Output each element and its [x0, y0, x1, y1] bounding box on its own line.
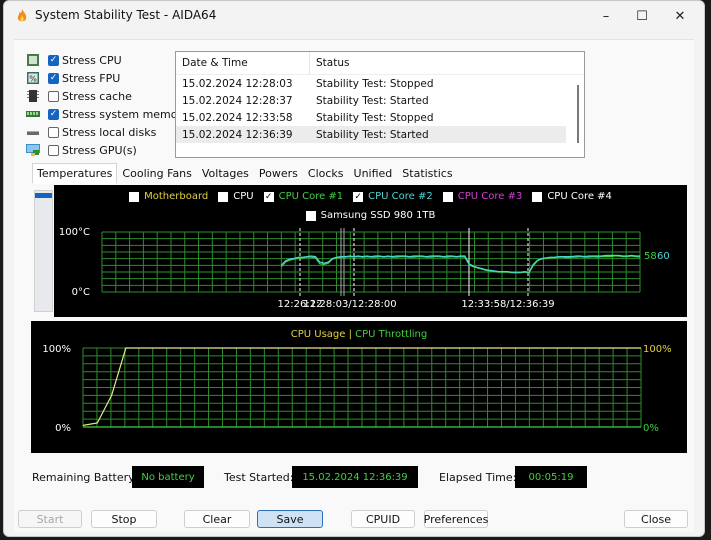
aida64-flame-icon [17, 9, 27, 22]
memory-icon [26, 111, 40, 117]
temperature-chart: 100°C 0°C 58 60 12:26:12 12:28:03/12:28:… [59, 227, 670, 310]
fpu-icon: % [27, 72, 39, 84]
y-label-bottom-left: 0% [55, 423, 71, 434]
log-status: Stability Test: Started [316, 128, 429, 141]
stress-cpu-checkbox[interactable]: ✓ [48, 54, 59, 66]
disk-icon [27, 131, 39, 135]
y-label-top: 100°C [59, 227, 90, 238]
close-icon: ✕ [674, 8, 686, 24]
stop-button[interactable]: Stop [91, 510, 157, 528]
log-status: Stability Test: Stopped [316, 111, 434, 124]
time-marker-label: 12:33:58/12:36:39 [461, 299, 554, 310]
test-started-value: 15.02.2024 12:36:39 [292, 466, 418, 488]
stress-memory-label: Stress system memory [62, 107, 189, 121]
temperature-chart-panel: Motherboard CPU ✓ CPU Core #1 ✓ CPU Core #… [54, 185, 687, 317]
battery-label: Remaining Battery: [32, 471, 138, 484]
log-datetime: 15.02.2024 12:33:58 [182, 111, 293, 124]
tab-unified[interactable]: Unified [349, 163, 398, 184]
elapsed-time-label: Elapsed Time: [439, 471, 517, 484]
stress-cpu-label: Stress CPU [62, 53, 122, 67]
window-title: System Stability Test - AIDA64 [35, 8, 217, 22]
close-button[interactable]: Close [624, 510, 688, 528]
cpu-usage-chart-panel: CPU Usage | CPU Throttling 100% 0% 100% … [31, 321, 687, 453]
log-row[interactable]: 15.02.2024 12:28:37 Stability Test: Start… [176, 92, 584, 109]
log-row[interactable]: 15.02.2024 12:33:58 Stability Test: Stopp… [176, 109, 584, 126]
y-label-top-left: 100% [42, 344, 71, 355]
stress-gpu-label: Stress GPU(s) [62, 143, 137, 157]
sensor-list-scrollbar[interactable] [34, 190, 53, 312]
maximize-icon: ☐ [636, 8, 648, 24]
stress-memory-option[interactable]: ✓ Stress system memory [26, 105, 189, 123]
y-label-top-right: 100% [643, 344, 672, 355]
core1-current-value: 58 [644, 251, 657, 262]
tab-temperatures[interactable]: Temperatures [32, 163, 118, 184]
log-status: Stability Test: Started [316, 94, 429, 107]
log-status: Stability Test: Stopped [316, 77, 434, 90]
log-row-selected[interactable]: 15.02.2024 12:36:39 Stability Test: Start… [176, 126, 566, 143]
button-bar: Start Stop Clear Save CPUID Preferences … [14, 510, 694, 532]
close-window-button[interactable]: ✕ [660, 3, 700, 29]
stress-cache-label: Stress cache [62, 89, 132, 103]
minimize-button[interactable]: – [586, 3, 626, 29]
time-marker-label: 12:28:03/12:28:00 [303, 299, 396, 310]
stress-gpu-option[interactable]: Stress GPU(s) [26, 141, 189, 159]
column-header-datetime[interactable]: Date & Time [176, 52, 310, 74]
maximize-button[interactable]: ☐ [622, 3, 662, 29]
tab-voltages[interactable]: Voltages [197, 163, 254, 184]
stress-gpu-checkbox[interactable] [48, 144, 59, 156]
title-bar: System Stability Test - AIDA64 – ☐ ✕ [4, 1, 704, 31]
sensor-tabs: Temperatures Cooling Fans Voltages Power… [32, 163, 458, 184]
test-started-label: Test Started: [224, 471, 294, 484]
tab-cooling-fans[interactable]: Cooling Fans [117, 163, 196, 184]
clear-button[interactable]: Clear [184, 510, 250, 528]
stress-cpu-option[interactable]: ✓ Stress CPU [26, 51, 189, 69]
y-label-bottom-right: 0% [643, 423, 659, 434]
stress-cache-option[interactable]: Stress cache [26, 87, 189, 105]
preferences-button[interactable]: Preferences [424, 510, 488, 528]
stress-fpu-option[interactable]: % ✓ Stress FPU [26, 69, 189, 87]
sensor-list-selection[interactable] [35, 193, 52, 198]
gpu-icon [26, 144, 40, 156]
log-row[interactable]: 15.02.2024 12:28:03 Stability Test: Stopp… [176, 75, 584, 92]
tab-powers[interactable]: Powers [254, 163, 303, 184]
stress-disks-option[interactable]: Stress local disks [26, 123, 189, 141]
stress-disks-checkbox[interactable] [48, 126, 59, 138]
log-datetime: 15.02.2024 12:28:37 [182, 94, 293, 107]
start-button[interactable]: Start [18, 510, 82, 528]
battery-value: No battery [132, 466, 204, 488]
log-datetime: 15.02.2024 12:28:03 [182, 77, 293, 90]
event-log-table[interactable]: Date & Time Status 15.02.2024 12:28:03 St… [175, 51, 585, 158]
cache-icon [27, 90, 39, 102]
log-scrollbar[interactable] [577, 85, 579, 143]
stress-memory-checkbox[interactable]: ✓ [48, 108, 59, 120]
svg-text:%: % [29, 75, 37, 84]
stress-options: ✓ Stress CPU % ✓ Stress FPU Stress cache… [26, 51, 189, 159]
stress-disks-label: Stress local disks [62, 125, 157, 139]
elapsed-time-value: 00:05:19 [515, 466, 587, 488]
save-button[interactable]: Save [257, 510, 323, 528]
stress-cache-checkbox[interactable] [48, 90, 59, 102]
tab-statistics[interactable]: Statistics [397, 163, 457, 184]
status-bar: Remaining Battery: No battery Test Start… [22, 466, 682, 490]
cpuid-button[interactable]: CPUID [351, 510, 415, 528]
log-header: Date & Time Status [176, 52, 584, 75]
log-datetime: 15.02.2024 12:36:39 [182, 128, 293, 141]
stress-fpu-checkbox[interactable]: ✓ [48, 72, 59, 84]
cpu-usage-chart: 100% 0% 100% 0% [42, 344, 672, 434]
minimize-icon: – [602, 8, 610, 24]
tab-clocks[interactable]: Clocks [303, 163, 349, 184]
stress-fpu-label: Stress FPU [62, 71, 121, 85]
y-label-bottom: 0°C [72, 287, 90, 298]
cpu-icon [27, 54, 39, 66]
core2-current-value: 60 [657, 251, 670, 262]
column-header-status[interactable]: Status [310, 52, 349, 74]
app-window: System Stability Test - AIDA64 – ☐ ✕ ✓ S… [3, 0, 705, 537]
client-area: ✓ Stress CPU % ✓ Stress FPU Stress cache… [14, 39, 694, 532]
